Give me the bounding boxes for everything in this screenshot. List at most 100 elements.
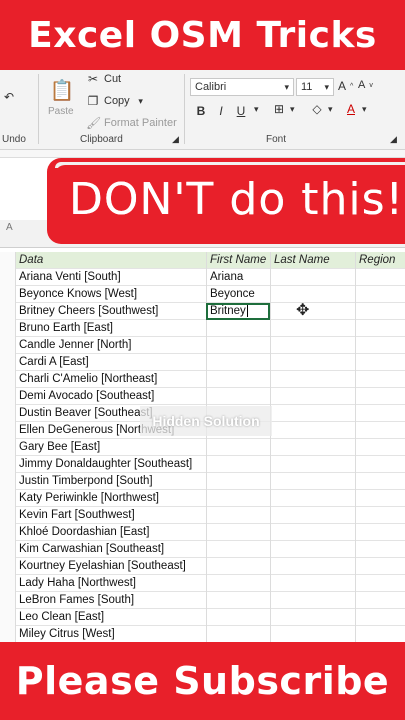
table-cell[interactable]: [270, 337, 355, 354]
table-cell[interactable]: [206, 473, 270, 490]
row-number[interactable]: [0, 269, 16, 286]
table-cell[interactable]: Khloé Doordashian [East]: [16, 524, 206, 541]
table-cell[interactable]: [270, 422, 355, 439]
table-cell[interactable]: [270, 609, 355, 626]
table-cell[interactable]: Katy Periwinkle [Northwest]: [16, 490, 206, 507]
table-cell[interactable]: [355, 507, 405, 524]
bold-button[interactable]: B: [192, 104, 210, 118]
table-cell[interactable]: [270, 524, 355, 541]
shrink-font-button[interactable]: Av: [358, 79, 373, 91]
table-cell[interactable]: Justin Timberpond [South]: [16, 473, 206, 490]
row-number[interactable]: [0, 524, 16, 541]
table-cell[interactable]: [270, 371, 355, 388]
column-header-cell[interactable]: Data: [16, 252, 206, 269]
paste-button[interactable]: 📋 Paste: [48, 80, 75, 117]
chevron-down-icon[interactable]: ▾: [254, 104, 259, 115]
table-cell[interactable]: Leo Clean [East]: [16, 609, 206, 626]
table-cell[interactable]: Gary Bee [East]: [16, 439, 206, 456]
table-cell[interactable]: Beyonce Knows [West]: [16, 286, 206, 303]
table-cell[interactable]: [270, 405, 355, 422]
column-header-cell[interactable]: Region: [355, 252, 405, 269]
row-number[interactable]: [0, 252, 16, 269]
row-number[interactable]: [0, 320, 16, 337]
table-cell[interactable]: [355, 456, 405, 473]
table-cell[interactable]: Bruno Earth [East]: [16, 320, 206, 337]
table-cell[interactable]: [206, 337, 270, 354]
table-cell[interactable]: [270, 388, 355, 405]
row-number[interactable]: [0, 541, 16, 558]
clipboard-launcher-icon[interactable]: ◢: [172, 134, 179, 145]
table-cell[interactable]: Ariana: [206, 269, 270, 286]
row-number[interactable]: [0, 456, 16, 473]
row-number[interactable]: [0, 626, 16, 643]
table-cell[interactable]: Beyonce: [206, 286, 270, 303]
table-cell[interactable]: [206, 320, 270, 337]
table-cell[interactable]: Candle Jenner [North]: [16, 337, 206, 354]
table-cell[interactable]: [270, 541, 355, 558]
table-cell[interactable]: [355, 303, 405, 320]
table-cell[interactable]: [355, 405, 405, 422]
table-cell[interactable]: [355, 422, 405, 439]
format-painter-button[interactable]: 🖌 Format Painter: [86, 116, 177, 130]
table-cell[interactable]: [206, 626, 270, 643]
row-number[interactable]: [0, 558, 16, 575]
table-cell[interactable]: [206, 541, 270, 558]
table-cell[interactable]: Kevin Fart [Southwest]: [16, 507, 206, 524]
table-cell[interactable]: [355, 354, 405, 371]
table-cell[interactable]: Charli C'Amelio [Northeast]: [16, 371, 206, 388]
table-cell[interactable]: Demi Avocado [Southeast]: [16, 388, 206, 405]
table-cell[interactable]: [270, 320, 355, 337]
table-cell[interactable]: [206, 575, 270, 592]
table-cell[interactable]: [206, 524, 270, 541]
table-cell[interactable]: [355, 388, 405, 405]
table-cell[interactable]: [355, 286, 405, 303]
table-cell[interactable]: [270, 354, 355, 371]
row-number[interactable]: [0, 439, 16, 456]
table-cell[interactable]: [206, 592, 270, 609]
table-cell[interactable]: [270, 575, 355, 592]
column-header-cell[interactable]: First Name: [206, 252, 270, 269]
table-cell[interactable]: Cardi A [East]: [16, 354, 206, 371]
table-cell[interactable]: [270, 456, 355, 473]
font-size-select[interactable]: 11 ▾: [296, 78, 334, 96]
table-cell[interactable]: [206, 456, 270, 473]
table-cell[interactable]: Ariana Venti [South]: [16, 269, 206, 286]
table-cell[interactable]: [355, 337, 405, 354]
table-cell[interactable]: [270, 592, 355, 609]
table-cell[interactable]: [206, 439, 270, 456]
table-cell[interactable]: [355, 439, 405, 456]
row-number[interactable]: [0, 422, 16, 439]
table-cell[interactable]: [355, 575, 405, 592]
cut-button[interactable]: ✂ Cut: [86, 72, 121, 86]
borders-button[interactable]: ⊞ ▾: [272, 102, 295, 116]
row-number[interactable]: [0, 354, 16, 371]
table-cell[interactable]: [355, 541, 405, 558]
underline-button[interactable]: U: [232, 104, 250, 118]
table-cell[interactable]: [355, 626, 405, 643]
table-cell[interactable]: [355, 320, 405, 337]
undo-icon[interactable]: ↶: [2, 90, 16, 104]
table-cell[interactable]: [355, 609, 405, 626]
column-header-cell[interactable]: Last Name: [270, 252, 355, 269]
table-cell[interactable]: [355, 524, 405, 541]
active-cell[interactable]: Britney: [206, 303, 270, 320]
table-cell[interactable]: Kourtney Eyelashian [Southeast]: [16, 558, 206, 575]
table-cell[interactable]: [355, 473, 405, 490]
table-cell[interactable]: [270, 303, 355, 320]
table-cell[interactable]: [270, 286, 355, 303]
table-cell[interactable]: [355, 269, 405, 286]
table-cell[interactable]: Miley Citrus [West]: [16, 626, 206, 643]
table-cell[interactable]: [206, 558, 270, 575]
table-cell[interactable]: [270, 626, 355, 643]
copy-button[interactable]: ❐ Copy ▾: [86, 94, 148, 108]
table-cell[interactable]: Lady Haha [Northwest]: [16, 575, 206, 592]
table-cell[interactable]: [206, 507, 270, 524]
table-cell[interactable]: [206, 388, 270, 405]
table-cell[interactable]: Kim Carwashian [Southeast]: [16, 541, 206, 558]
row-number[interactable]: [0, 371, 16, 388]
table-cell[interactable]: [355, 371, 405, 388]
row-number[interactable]: [0, 473, 16, 490]
table-cell[interactable]: [355, 558, 405, 575]
grow-font-button[interactable]: A ^: [338, 79, 353, 93]
row-number[interactable]: [0, 286, 16, 303]
